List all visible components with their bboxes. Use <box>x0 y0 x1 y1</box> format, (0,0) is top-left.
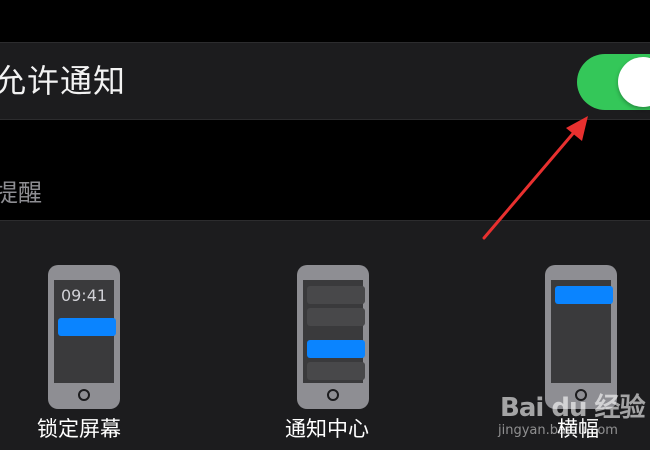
home-button-icon <box>327 389 339 401</box>
home-button-icon <box>78 389 90 401</box>
allow-notifications-toggle[interactable] <box>577 54 650 110</box>
alerts-section-header: 提醒 <box>0 179 42 207</box>
lock-screen-alert-bar <box>58 318 116 336</box>
lock-screen-caption[interactable]: 锁定屏幕 <box>37 414 121 444</box>
toggle-knob[interactable] <box>618 57 650 107</box>
lock-screen-time: 09:41 <box>60 286 108 305</box>
watermark-brand: Bai du 经验 <box>500 393 645 423</box>
banner-alert-bar <box>555 286 613 304</box>
notification-center-caption[interactable]: 通知中心 <box>285 414 369 444</box>
notification-center-alert-bar <box>307 340 365 358</box>
allow-notifications-label: 允许通知 <box>0 62 127 100</box>
notification-placeholder-bar <box>307 362 365 380</box>
phone-screen <box>303 280 365 383</box>
lock-screen-preview[interactable]: 09:41 <box>48 265 120 409</box>
notification-placeholder-bar <box>307 286 365 304</box>
phone-screen <box>551 280 613 383</box>
phone-screen: 09:41 <box>54 280 116 383</box>
notification-center-preview[interactable] <box>297 265 369 409</box>
watermark-url: jingyan.baidu.com <box>498 423 618 438</box>
top-spacer <box>0 0 650 42</box>
notification-placeholder-bar <box>307 308 365 326</box>
allow-notifications-row[interactable]: 允许通知 <box>0 42 650 120</box>
baidu-watermark: Bai du 经验 jingyan.baidu.com <box>498 383 648 445</box>
